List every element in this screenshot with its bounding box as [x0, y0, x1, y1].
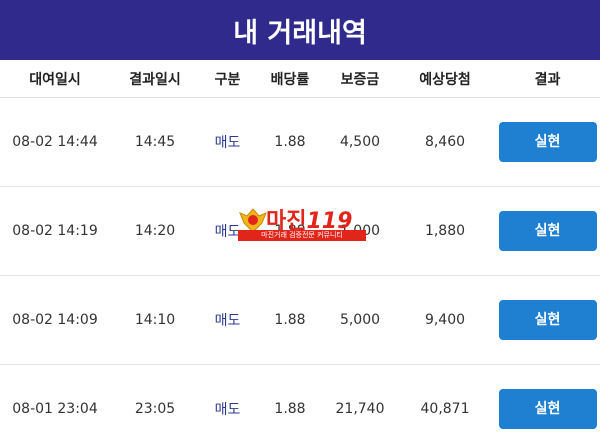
cell-result: 실현	[495, 300, 600, 340]
col-header-deposit: 보증금	[340, 71, 380, 88]
cell-odds: 1.88	[274, 312, 306, 328]
cell-rent-time: 08-01 23:04	[12, 401, 98, 417]
cell-result-time: 23:05	[134, 401, 176, 417]
cell-odds: 1.88	[274, 401, 306, 417]
cell-result-time: 14:45	[134, 134, 176, 150]
cell-type: 매도	[214, 402, 241, 418]
col-header-result: 결과	[534, 71, 561, 88]
table-row: 08-02 14:19 14:20 매도 1.88 1,000 1,880 실현	[0, 187, 600, 276]
cell-type: 매도	[214, 313, 241, 329]
cell-result: 실현	[495, 211, 600, 251]
cell-result: 실현	[495, 389, 600, 429]
col-header-expected: 예상당첨	[419, 71, 471, 88]
cell-expected: 8,460	[424, 134, 466, 150]
result-button[interactable]: 실현	[498, 122, 597, 162]
result-button[interactable]: 실현	[498, 211, 597, 251]
page-title: 내 거래내역	[233, 17, 367, 49]
cell-rent-time: 08-02 14:44	[12, 134, 98, 150]
cell-result-time: 14:20	[134, 223, 176, 239]
cell-type: 매도	[214, 224, 241, 240]
col-header-type: 구분	[214, 71, 241, 88]
cell-expected: 1,880	[424, 223, 466, 239]
table-row: 08-02 14:44 14:45 매도 1.88 4,500 8,460 실현	[0, 98, 600, 187]
cell-expected: 40,871	[420, 401, 470, 417]
cell-deposit: 1,000	[339, 223, 381, 239]
cell-rent-time: 08-02 14:09	[12, 312, 98, 328]
cell-odds: 1.88	[274, 223, 306, 239]
table-row: 08-02 14:09 14:10 매도 1.88 5,000 9,400 실현	[0, 276, 600, 365]
cell-rent-time: 08-02 14:19	[12, 223, 98, 239]
cell-expected: 9,400	[424, 312, 466, 328]
cell-result: 실현	[495, 122, 600, 162]
result-button[interactable]: 실현	[498, 389, 597, 429]
cell-deposit: 4,500	[339, 134, 381, 150]
cell-deposit: 5,000	[339, 312, 381, 328]
col-header-odds: 배당률	[270, 71, 310, 88]
cell-deposit: 21,740	[335, 401, 385, 417]
cell-odds: 1.88	[274, 134, 306, 150]
col-header-result-time: 결과일시	[129, 71, 181, 88]
table-row: 08-01 23:04 23:05 매도 1.88 21,740 40,871 …	[0, 365, 600, 447]
result-button[interactable]: 실현	[498, 300, 597, 340]
trade-history-page: 내 거래내역 대여일시 결과일시 구분 배당률 보증금 예상당첨 결과 08-0…	[0, 0, 600, 447]
table-header: 대여일시 결과일시 구분 배당률 보증금 예상당첨 결과	[0, 60, 600, 98]
cell-result-time: 14:10	[134, 312, 176, 328]
title-bar: 내 거래내역	[0, 0, 600, 60]
col-header-rent-time: 대여일시	[29, 71, 81, 88]
cell-type: 매도	[214, 135, 241, 151]
